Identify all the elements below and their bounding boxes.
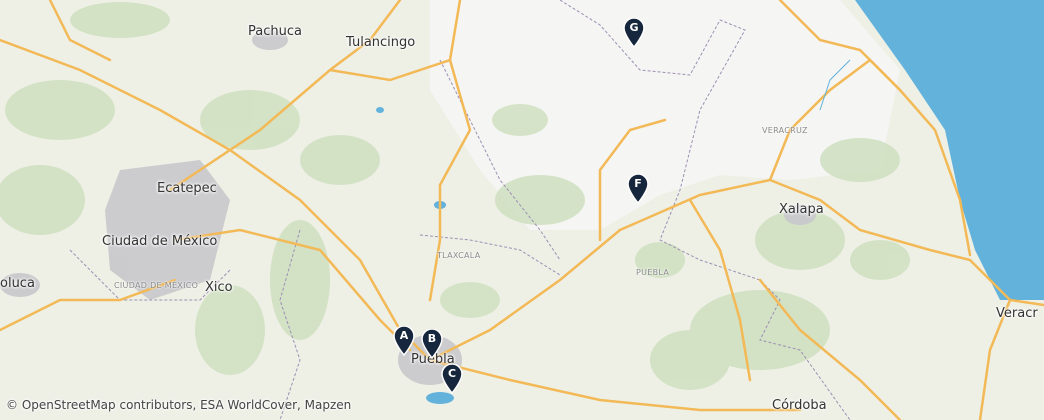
- marker-label: A: [399, 329, 409, 342]
- city-label-pachuca: Pachuca: [248, 24, 302, 39]
- map-marker-g[interactable]: G: [622, 18, 646, 48]
- map-marker-a[interactable]: A: [392, 326, 416, 356]
- city-label-veracruz: Veracr: [996, 306, 1038, 321]
- map-view[interactable]: Pachuca Tulancingo Ecatepec Ciudad de Mé…: [0, 0, 1044, 420]
- marker-label: B: [427, 332, 437, 345]
- region-label-veracruz: VERACRUZ: [762, 126, 808, 135]
- marker-label: C: [447, 367, 457, 380]
- map-marker-f[interactable]: F: [626, 174, 650, 204]
- city-label-xico: Xico: [205, 280, 233, 295]
- city-label-xalapa: Xalapa: [779, 202, 824, 217]
- city-label-cordoba: Córdoba: [772, 398, 827, 413]
- map-marker-c[interactable]: C: [440, 364, 464, 394]
- city-label-ciudad-de-mexico: Ciudad de México: [102, 234, 218, 249]
- map-marker-b[interactable]: B: [420, 329, 444, 359]
- city-label-ecatepec: Ecatepec: [157, 181, 217, 196]
- city-label-tulancingo: Tulancingo: [346, 35, 416, 50]
- marker-label: G: [629, 21, 639, 34]
- map-base-layer: [0, 0, 1044, 420]
- region-label-tlaxcala: TLAXCALA: [437, 251, 481, 260]
- city-label-toluca: oluca: [0, 276, 35, 291]
- marker-label: F: [634, 177, 642, 190]
- region-label-puebla: PUEBLA: [636, 268, 670, 277]
- map-attribution: © OpenStreetMap contributors, ESA WorldC…: [6, 398, 352, 412]
- region-label-ciudad-de-mexico: CIUDAD DE MÉXICO: [114, 281, 199, 290]
